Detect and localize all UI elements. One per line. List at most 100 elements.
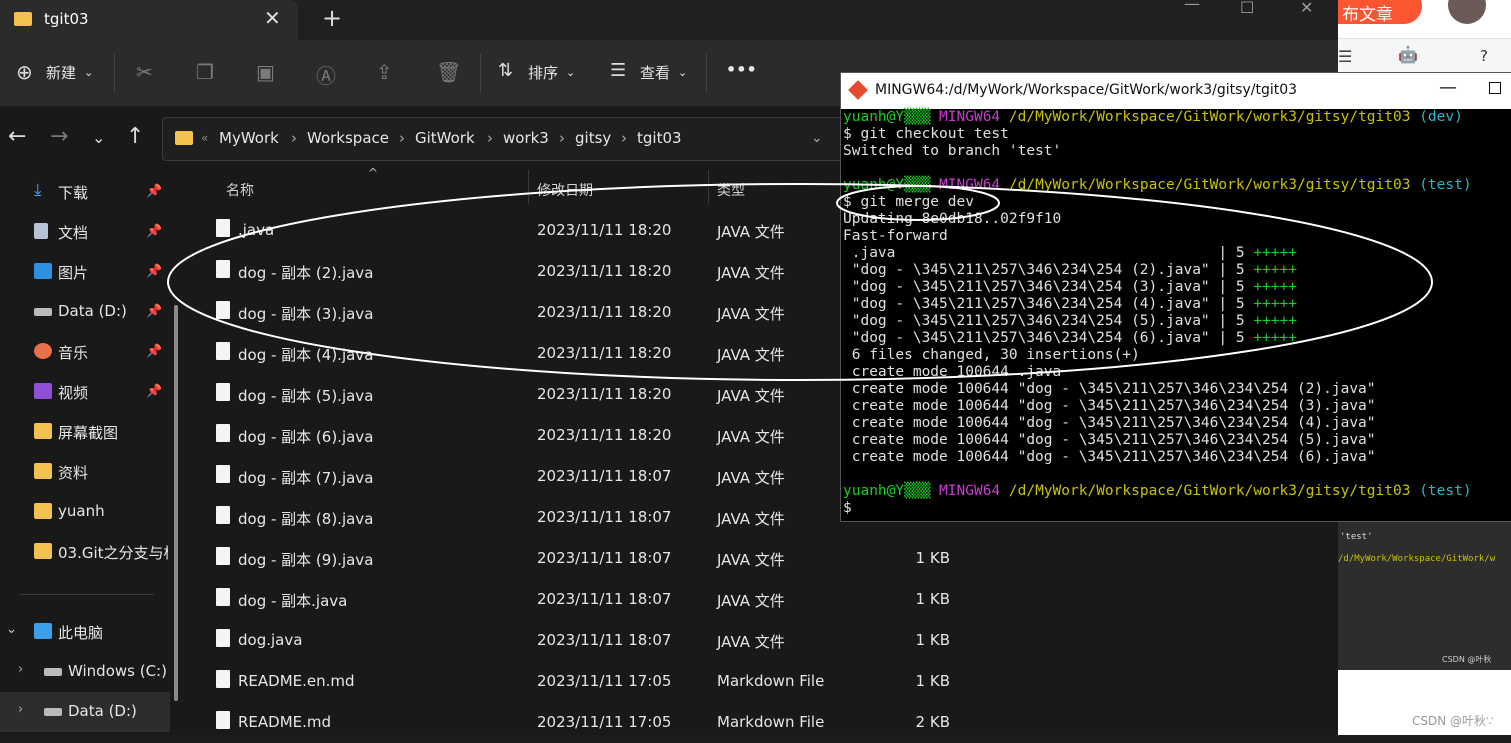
diffstat-plus: +++++ [1253, 330, 1297, 346]
embedded-terminal-image: 'test' /d/MyWork/Workspace/GitWork/w CSD… [1338, 518, 1511, 670]
file-modified-date: 2023/11/11 18:07 [537, 549, 672, 567]
new-button[interactable]: 新建 [46, 62, 76, 83]
sidebar-item-pictures[interactable]: 图片 📌 [0, 252, 170, 292]
column-divider[interactable] [528, 170, 529, 204]
column-divider[interactable] [708, 170, 709, 204]
new-tab-button[interactable]: + [322, 4, 342, 32]
breadcrumb-work3[interactable]: work3 [503, 129, 549, 147]
minimize-button[interactable]: — [1439, 77, 1457, 98]
terminal-title-bar[interactable]: MINGW64:/d/MyWork/Workspace/GitWork/work… [841, 73, 1511, 109]
maximize-button[interactable]: ☐ [1240, 0, 1254, 17]
avatar[interactable] [1448, 0, 1486, 24]
column-header-name[interactable]: 名称 [226, 180, 254, 200]
diffstat-line: "dog - \345\211\257\346\234\254 (3).java… [843, 279, 1510, 296]
tab-tgit03[interactable]: tgit03 ✕ [0, 0, 298, 40]
sidebar-item-data-d-pc[interactable]: › Data (D:) [0, 692, 170, 732]
file-row[interactable]: README.en.md 2023/11/11 17:05 Markdown Fil… [188, 661, 1338, 702]
forward-arrow-icon[interactable]: → [50, 124, 68, 149]
csdn-small-watermark: CSDN @叶秋 [1442, 655, 1492, 664]
tab-bar: tgit03 ✕ + — ☐ ✕ [0, 0, 1338, 40]
column-header-type[interactable]: 类型 [717, 180, 745, 200]
breadcrumb-gitsy[interactable]: gitsy [575, 129, 611, 147]
diffstat-line: "dog - \345\211\257\346\234\254 (2).java… [843, 262, 1510, 279]
menu-icon[interactable]: ☰ [1338, 47, 1352, 66]
diffstat-plus: +++++ [1253, 296, 1297, 312]
address-bar[interactable]: « MyWork › Workspace › GitWork › work3 ›… [162, 117, 844, 161]
file-row[interactable]: dog - 副本.java 2023/11/11 18:07 JAVA 文件 1 KB [188, 579, 1338, 620]
delete-icon[interactable]: 🗑 [436, 60, 461, 84]
breadcrumb-gitwork[interactable]: GitWork [415, 129, 475, 147]
cut-icon[interactable]: ✂ [136, 60, 153, 84]
file-modified-date: 2023/11/11 18:07 [537, 631, 672, 649]
sidebar-item-label: 资料 [58, 464, 89, 482]
diffstat-plus: +++++ [1253, 245, 1297, 261]
share-icon[interactable]: ⇪ [376, 60, 393, 84]
close-tab-icon[interactable]: ✕ [264, 6, 281, 30]
diffstat-plus: +++++ [1253, 279, 1297, 295]
sidebar-item-git-branches[interactable]: 03.Git之分支与标签 [0, 532, 170, 572]
publish-article-button[interactable]: 布文章 [1338, 0, 1422, 25]
robot-icon[interactable]: 🤖 [1398, 45, 1418, 64]
sidebar-item-videos[interactable]: 视频 📌 [0, 372, 170, 412]
back-arrow-icon[interactable]: ← [8, 124, 26, 149]
prompt-branch: (dev) [1419, 109, 1463, 125]
diffstat-count: | 5 [1218, 279, 1254, 295]
sidebar-item-documents[interactable]: 文档 📌 [0, 212, 170, 252]
document-icon [34, 223, 48, 239]
maximize-button[interactable] [1489, 82, 1501, 94]
terminal-command: $ git checkout test [843, 126, 1009, 142]
chevron-down-icon[interactable]: ⌄ [678, 66, 687, 79]
file-name: dog - 副本 (2).java [238, 264, 374, 282]
file-row[interactable]: dog.java 2023/11/11 18:07 JAVA 文件 1 KB [188, 620, 1338, 661]
chevron-down-icon[interactable]: ⌄ [566, 66, 575, 79]
terminal-output[interactable]: yuanh@Y▒▒▒ MINGW64 /d/MyWork/Workspace/G… [843, 109, 1510, 519]
minimize-button[interactable]: — [1184, 0, 1200, 13]
collapsed-chevron-icon[interactable]: › [18, 662, 23, 677]
drive-icon [44, 708, 62, 716]
sidebar-scrollbar[interactable] [174, 305, 178, 701]
more-options-button[interactable]: ••• [726, 60, 757, 79]
drive-icon [44, 668, 62, 676]
column-header-modified[interactable]: 修改日期 [537, 180, 593, 200]
file-row[interactable]: README.md 2023/11/11 17:05 Markdown File 2 … [188, 702, 1338, 743]
file-type: JAVA 文件 [717, 264, 785, 282]
sidebar-item-screenshots[interactable]: 屏幕截图 [0, 412, 170, 452]
sidebar-item-resources[interactable]: 资料 [0, 452, 170, 492]
recent-locations-chevron-icon[interactable]: ⌄ [92, 128, 105, 147]
view-button[interactable]: 查看 [640, 62, 670, 83]
sidebar-item-label: 此电脑 [58, 624, 104, 642]
file-icon [216, 301, 230, 319]
collapsed-chevron-icon[interactable]: › [18, 702, 23, 717]
close-window-button[interactable]: ✕ [1300, 0, 1313, 17]
breadcrumb-workspace[interactable]: Workspace [307, 129, 389, 147]
address-dropdown-icon[interactable]: ⌄ [811, 130, 823, 146]
expanded-chevron-icon[interactable]: ⌄ [6, 622, 17, 637]
terminal-output-line: 6 files changed, 30 insertions(+) [843, 347, 1140, 363]
up-arrow-icon[interactable]: ↑ [126, 124, 144, 149]
sidebar-item-music[interactable]: 音乐 📌 [0, 332, 170, 372]
breadcrumb-tgit03[interactable]: tgit03 [637, 129, 682, 147]
chevron-down-icon[interactable]: ⌄ [84, 66, 93, 79]
overflow-chevron-icon[interactable]: « [201, 131, 208, 145]
copy-icon[interactable]: ❐ [196, 60, 214, 84]
git-bash-terminal-window[interactable]: MINGW64:/d/MyWork/Workspace/GitWork/work… [840, 72, 1511, 522]
terminal-prompt-line: yuanh@Y▒▒▒ MINGW64 /d/MyWork/Workspace/G… [843, 483, 1510, 500]
sidebar-item-label: yuanh [58, 502, 105, 520]
file-name: dog - 副本 (3).java [238, 305, 374, 323]
file-name: .java [238, 221, 275, 239]
sort-button[interactable]: 排序 [528, 62, 558, 83]
sort-icon: ⇅ [498, 60, 514, 81]
sidebar-item-this-pc[interactable]: ⌄ 此电脑 [0, 612, 170, 652]
paste-icon[interactable]: ▣ [256, 60, 275, 84]
csdn-watermark: CSDN @叶秋∵ [1412, 714, 1494, 728]
prompt-path: /d/MyWork/Workspace/GitWork/work3/gitsy/… [1008, 483, 1411, 499]
browser-header: 布文章 [1338, 0, 1511, 38]
rename-icon[interactable]: Ⓐ [316, 60, 336, 89]
sidebar-item-downloads[interactable]: ⤓ 下载 📌 [0, 172, 170, 212]
breadcrumb-mywork[interactable]: MyWork [219, 129, 279, 147]
sidebar-item-data-d[interactable]: Data (D:) 📌 [0, 292, 170, 332]
help-icon[interactable]: ? [1480, 47, 1488, 65]
file-row[interactable]: dog - 副本 (9).java 2023/11/11 18:07 JAVA 文件… [188, 538, 1338, 579]
sidebar-item-yuanh[interactable]: yuanh [0, 492, 170, 532]
sidebar-item-windows-c[interactable]: › Windows (C:) [0, 652, 170, 692]
